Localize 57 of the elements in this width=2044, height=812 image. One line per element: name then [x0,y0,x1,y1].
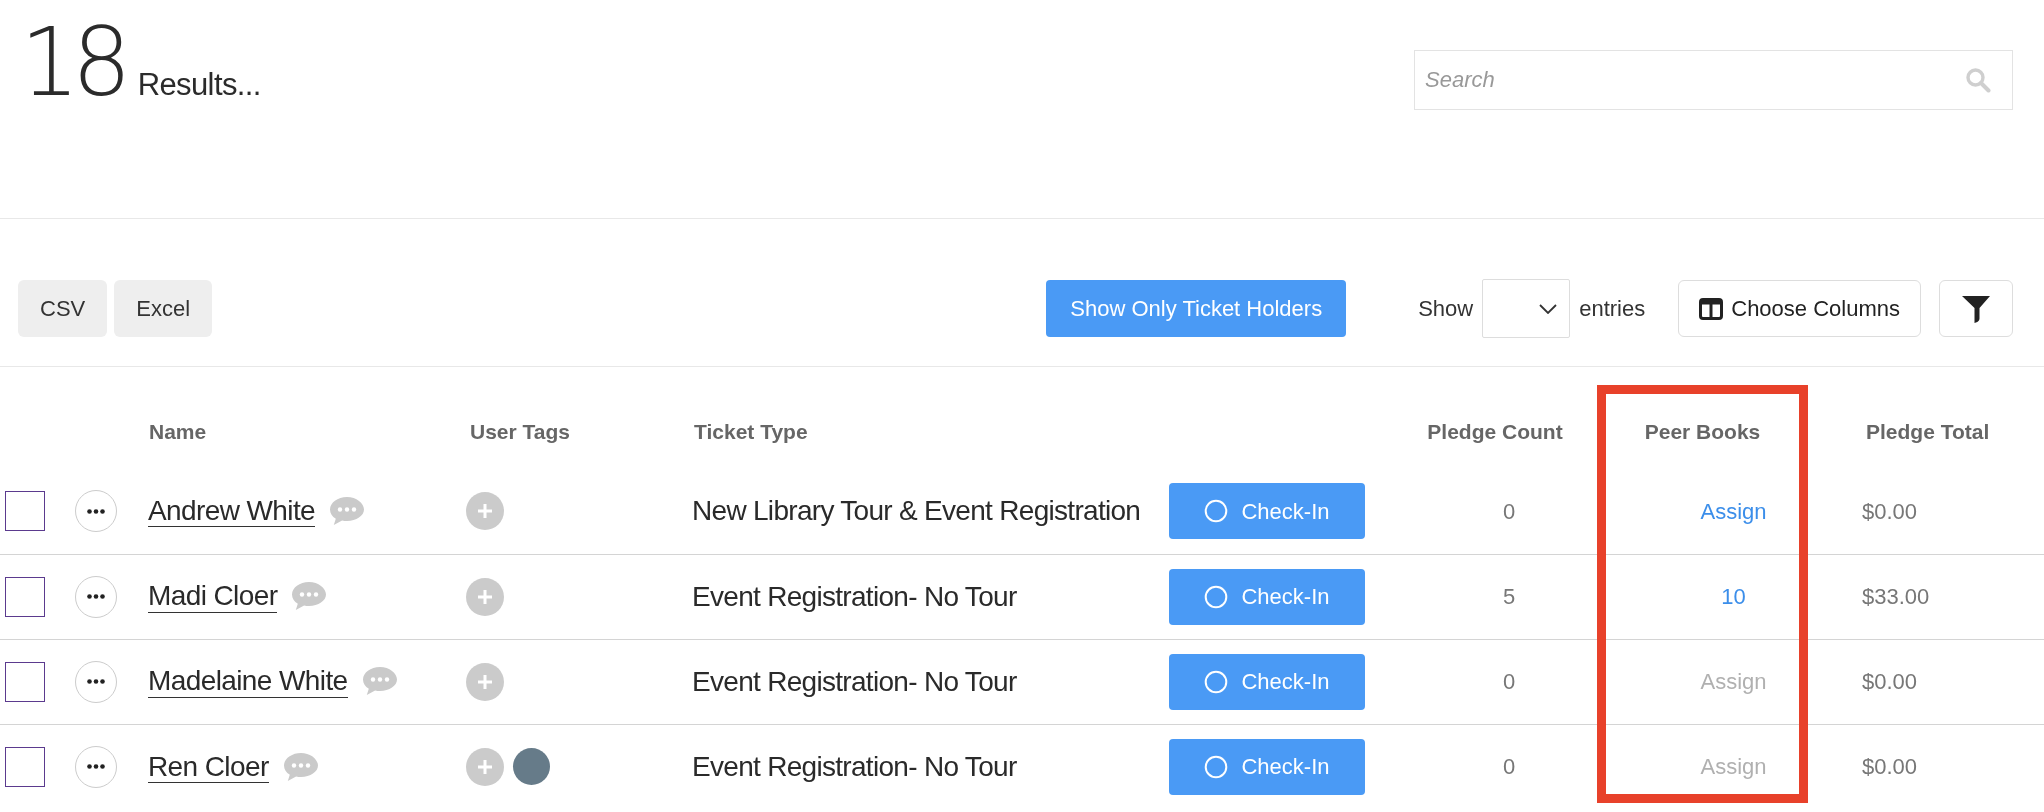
pledge-count-text: 0 [1502,669,1516,694]
comment-icon [361,666,398,697]
pledge-count-text: 0 [1502,754,1516,780]
ellipsis-icon [87,508,105,514]
pledge-total-text: $33.00 [1862,584,1930,609]
results-label: Results... [137,69,261,100]
attendee-name-link[interactable]: Andrew White [148,495,316,528]
ellipsis-icon [87,764,105,770]
column-header: Peer Books [1644,419,1761,443]
more-options-button[interactable] [75,745,117,788]
pledge-count-text: 0 [1502,498,1516,524]
pledge-count-text: 5 [1502,584,1516,609]
peer-books-link: Assign [1700,669,1767,694]
results-count: 18 [20,16,124,110]
column-header: Pledge Count [1427,419,1563,443]
export-button[interactable]: CSV [18,280,108,337]
ellipsis-icon [87,594,105,599]
pledge-total-text: $0.00 [1862,754,1918,780]
pledge-total-text: $0.00 [1862,669,1918,694]
pledge-total-text: $0.00 [1862,498,1918,524]
row-checkbox[interactable] [5,576,45,617]
ticket-type-text: Event Registration- No Tour [692,750,1017,782]
ticket-type-text: New Library Tour & Event Registration [692,495,1141,527]
ticket-type-text: Event Registration- No Tour [692,580,1017,612]
comment-icon [291,581,328,612]
chevron-down-icon [1539,303,1558,314]
row-checkbox[interactable] [5,491,45,532]
entries-label: entries [1579,295,1646,323]
plus-icon [477,758,493,775]
more-options-button[interactable] [75,660,117,703]
search-icon [1965,67,1991,93]
attendee-name-link[interactable]: Madi Cloer [148,580,278,613]
export-button[interactable]: Excel [114,280,213,337]
column-header: User Tags [470,419,570,443]
filter-icon [1961,294,1991,323]
comment-icon [329,496,366,527]
row-checkbox[interactable] [5,661,45,702]
plus-icon [477,503,493,520]
peer-books-link: Assign [1700,754,1767,780]
ticket-type-text: Event Registration- No Tour [692,665,1017,697]
attendee-name-link[interactable]: Madelaine White [148,665,348,698]
filter-button[interactable] [1939,280,2013,337]
attendee-name-link[interactable]: Ren Cloer [148,750,269,783]
column-header: Ticket Type [694,419,808,443]
plus-icon [477,673,493,690]
show-label: Show [1418,295,1474,323]
column-header: Name [149,419,207,443]
more-options-button[interactable] [75,575,117,618]
more-options-button[interactable] [75,490,117,533]
row-checkbox[interactable] [5,746,45,787]
ellipsis-icon [87,679,105,684]
comment-icon [282,751,319,782]
choose-columns-button[interactable]: Choose Columns [1678,280,1921,337]
columns-icon [1699,297,1724,320]
plus-icon [477,588,493,605]
search-field[interactable]: Search [1414,50,2013,110]
column-header: Pledge Total [1866,419,1990,443]
